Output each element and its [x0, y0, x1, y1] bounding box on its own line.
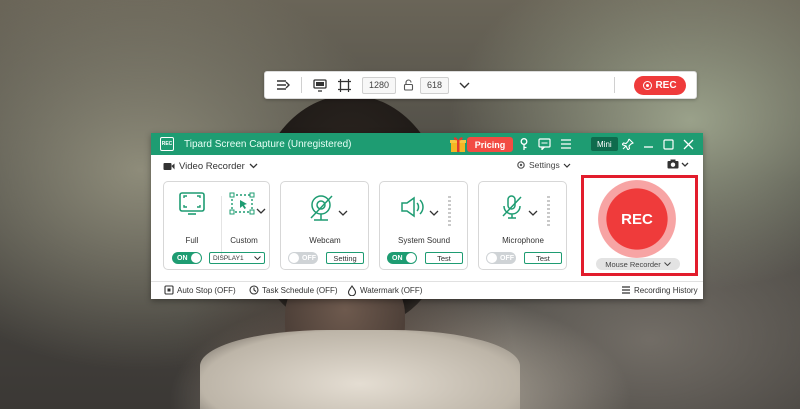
speaker-icon[interactable]	[400, 196, 426, 223]
minimize-icon[interactable]	[641, 137, 655, 151]
restore-icon[interactable]	[661, 137, 675, 151]
area-toggle[interactable]: ON	[172, 252, 202, 264]
feedback-icon[interactable]	[537, 137, 551, 151]
full-label: Full	[185, 236, 199, 245]
close-icon[interactable]	[681, 137, 695, 151]
system-sound-level-meter	[448, 196, 451, 228]
background-collar	[200, 330, 520, 409]
lock-ratio-icon[interactable]	[399, 76, 417, 94]
recording-history-link[interactable]: Recording History	[621, 285, 698, 295]
area-divider	[221, 196, 222, 256]
toggle-state: OFF	[302, 254, 316, 262]
webcam-toggle[interactable]: OFF	[288, 252, 318, 264]
app-window: REC Tipard Screen Capture (Unregistered)…	[151, 133, 703, 299]
camera-icon	[667, 159, 679, 169]
mouse-recorder-dropdown[interactable]: Mouse Recorder	[596, 258, 680, 270]
toolbar-divider	[301, 77, 302, 93]
toggle-state: OFF	[500, 254, 514, 262]
custom-label: Custom	[230, 236, 258, 245]
chevron-down-icon	[663, 262, 671, 266]
system-sound-toggle[interactable]: ON	[387, 252, 417, 264]
custom-region-icon[interactable]	[229, 192, 255, 221]
chevron-down-icon	[563, 163, 571, 168]
webcam-label: Webcam	[309, 236, 341, 245]
auto-stop-label: Auto Stop (OFF)	[177, 285, 236, 295]
toolbar-rec-label: REC	[655, 80, 677, 91]
clock-icon	[249, 285, 259, 295]
mode-bar: Video Recorder Settings	[151, 155, 703, 177]
screen-select-icon[interactable]	[311, 76, 329, 94]
webcam-setting-button[interactable]: Setting	[326, 252, 364, 264]
video-camera-icon	[163, 162, 175, 170]
watermark-icon	[347, 285, 357, 296]
webcam-card: Webcam OFF Setting	[280, 181, 369, 270]
toggle-knob	[487, 253, 497, 263]
video-recorder-dropdown[interactable]: Video Recorder	[163, 161, 258, 172]
system-sound-label: System Sound	[397, 236, 451, 245]
chevron-down-icon[interactable]	[338, 203, 348, 221]
watermark-link[interactable]: Watermark (OFF)	[347, 285, 422, 296]
chevron-down-icon[interactable]	[256, 201, 266, 219]
region-crop-icon[interactable]	[335, 76, 353, 94]
chevron-down-icon[interactable]	[429, 203, 439, 221]
record-dot-icon	[643, 81, 653, 90]
mouse-recorder-label: Mouse Recorder	[605, 259, 661, 269]
toggle-knob	[289, 253, 299, 263]
list-icon	[622, 286, 630, 294]
stop-icon	[164, 285, 174, 295]
chevron-down-icon	[249, 163, 258, 169]
toggle-knob	[191, 253, 201, 263]
toggle-state: ON	[177, 254, 188, 262]
task-schedule-link[interactable]: Task Schedule (OFF)	[249, 285, 338, 295]
key-icon[interactable]	[517, 137, 531, 151]
toggle-state: ON	[392, 254, 403, 262]
pricing-button[interactable]: Pricing	[467, 137, 513, 152]
display-select[interactable]: DISPLAY1	[209, 252, 265, 264]
microphone-off-icon[interactable]	[499, 194, 525, 225]
window-title: Tipard Screen Capture (Unregistered)	[184, 138, 352, 150]
system-sound-card: System Sound ON Test	[379, 181, 468, 270]
webcam-off-icon[interactable]	[308, 194, 336, 227]
chevron-down-icon	[254, 256, 261, 260]
footer-bar: Auto Stop (OFF) Task Schedule (OFF) Wate…	[151, 281, 703, 299]
auto-stop-link[interactable]: Auto Stop (OFF)	[164, 285, 236, 295]
expand-panel-icon[interactable]	[274, 76, 292, 94]
system-sound-test-button[interactable]: Test	[425, 252, 463, 264]
record-panel-highlight: REC Mouse Recorder	[581, 175, 698, 276]
mini-mode-button[interactable]: Mini	[591, 137, 618, 151]
chevron-down-icon[interactable]	[455, 76, 473, 94]
chevron-down-icon	[681, 162, 689, 167]
chevron-down-icon[interactable]	[528, 203, 538, 221]
app-logo: REC	[160, 137, 174, 151]
toolbar-rec-button[interactable]: REC	[634, 76, 686, 95]
microphone-test-button[interactable]: Test	[524, 252, 562, 264]
rec-button[interactable]: REC	[598, 180, 676, 258]
menu-icon[interactable]	[559, 137, 573, 151]
height-input[interactable]: 618	[420, 76, 450, 94]
titlebar: REC Tipard Screen Capture (Unregistered)…	[151, 133, 703, 155]
microphone-level-meter	[547, 196, 550, 228]
area-card: Full Custom ON DISPLAY1	[163, 181, 270, 270]
microphone-toggle[interactable]: OFF	[486, 252, 516, 264]
gift-icon[interactable]	[449, 135, 467, 153]
toolbar-divider	[614, 77, 615, 93]
width-input[interactable]: 1280	[362, 76, 397, 94]
settings-dropdown[interactable]: Settings	[516, 160, 571, 170]
toggle-knob	[406, 253, 416, 263]
full-screen-icon[interactable]	[179, 192, 205, 221]
task-schedule-label: Task Schedule (OFF)	[262, 285, 338, 295]
microphone-card: Microphone OFF Test	[478, 181, 567, 270]
display-value: DISPLAY1	[213, 254, 244, 262]
mode-label: Video Recorder	[179, 160, 245, 172]
pin-icon[interactable]	[621, 137, 635, 151]
watermark-label: Watermark (OFF)	[360, 286, 423, 295]
screenshot-dropdown[interactable]	[667, 159, 689, 169]
microphone-label: Microphone	[502, 236, 544, 245]
rec-button-label: REC	[621, 210, 653, 228]
region-toolbar: 1280 618 REC	[264, 71, 697, 99]
recording-history-label: Recording History	[634, 285, 698, 295]
settings-label: Settings	[529, 160, 560, 170]
gear-icon	[517, 161, 525, 169]
